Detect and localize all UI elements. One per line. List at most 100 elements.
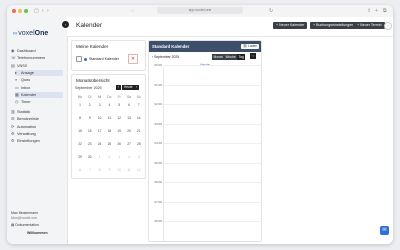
checkbox-icon[interactable] <box>76 56 82 63</box>
calendar-day[interactable]: 10 <box>95 114 105 122</box>
collapse-sidebar-button[interactable]: ‹ <box>62 21 69 28</box>
hour-gridline <box>164 162 261 164</box>
sidebar-item-inbox[interactable]: ▭ Inbox <box>15 85 63 91</box>
calendar-day[interactable]: 3 <box>114 153 124 161</box>
calendar-day[interactable]: 8 <box>75 114 85 122</box>
chevron-left-icon: ‹ <box>252 53 254 58</box>
sidebar-toggle-icon[interactable]: ▢ <box>34 7 39 15</box>
sidebar-item-label: Queu <box>21 78 31 83</box>
calendar-day[interactable]: 16 <box>85 127 95 135</box>
brand-logo[interactable]: ∞voxelOne <box>13 30 48 37</box>
calendar-day[interactable]: 14 <box>134 114 144 122</box>
documentation-link[interactable]: ▤ Dokumentation <box>11 223 39 228</box>
calendar-day[interactable]: 12 <box>114 114 124 122</box>
calendar-day[interactable]: 9 <box>85 114 95 122</box>
view-month-button[interactable]: Monat <box>212 54 225 60</box>
calendar-day[interactable]: 1 <box>75 101 85 109</box>
minimize-window-button[interactable] <box>18 9 22 13</box>
day-grid[interactable] <box>163 65 261 241</box>
hour-gridline <box>164 84 261 86</box>
tabs-overview-icon[interactable]: ⧉ <box>383 7 387 15</box>
sidebar-item-queu[interactable]: ≡ Queu <box>15 77 63 83</box>
page-title: Kalender <box>76 22 103 29</box>
close-window-button[interactable] <box>12 9 16 13</box>
calendar-day[interactable]: 7 <box>134 101 144 109</box>
calendar-day[interactable]: 27 <box>124 140 134 148</box>
calendar-day[interactable]: 26 <box>114 140 124 148</box>
prev-day-button[interactable]: ‹ <box>250 53 256 59</box>
sidebar-item-timer[interactable]: ◷ Timer <box>15 99 63 105</box>
today-button[interactable]: Heute <box>122 85 135 90</box>
calendar-day[interactable]: 30 <box>85 153 95 161</box>
hour-gridline <box>164 182 261 183</box>
top-bar: ‹ Kalender + Neuer Kalender + Buchungsei… <box>62 17 393 37</box>
sidebar-item-verwaltung[interactable]: ⚙ Verwaltung <box>11 131 63 137</box>
calendar-day[interactable]: 11 <box>104 114 114 122</box>
calendar-day[interactable]: 9 <box>104 166 114 174</box>
maximize-window-button[interactable] <box>24 9 28 13</box>
calendar-day[interactable]: 2 <box>85 101 95 109</box>
sidebar-item-statistik[interactable]: ▥ Statistik <box>11 109 63 115</box>
sidebar-item-dashboard[interactable]: ◉ Dashboard <box>11 48 63 54</box>
calendar-day[interactable]: 17 <box>95 127 105 135</box>
calendar-day[interactable]: 15 <box>75 127 85 135</box>
reload-icon[interactable]: ↻ <box>269 7 273 15</box>
calendar-day[interactable]: 23 <box>85 140 95 148</box>
sidebar-item-label: Benutzerliste <box>17 117 39 122</box>
calendar-day[interactable]: 6 <box>75 166 85 174</box>
user-menu-icon[interactable]: ◦ <box>384 22 392 30</box>
calendar-day[interactable]: 4 <box>124 153 134 161</box>
weekday-header: Fr <box>117 95 121 99</box>
calendar-day[interactable]: 6 <box>124 101 134 109</box>
url-bar[interactable]: app.voxtel.one <box>157 7 243 14</box>
sidebar-item-einstellungen[interactable]: ⚙ Einstellungen <box>11 138 63 144</box>
calendar-day[interactable]: 7 <box>85 166 95 174</box>
view-day-button[interactable]: Tag <box>237 54 246 60</box>
calendar-day[interactable]: 5 <box>134 153 144 161</box>
calendar-day[interactable]: 28 <box>134 140 144 148</box>
calendar-day[interactable]: 24 <box>95 140 105 148</box>
help-chat-button[interactable]: ✉ <box>380 226 389 235</box>
share-icon[interactable]: ⇪ <box>367 7 371 15</box>
sidebar-item-benutzerliste[interactable]: ☰ Benutzerliste <box>11 116 63 122</box>
calendar-day[interactable]: 20 <box>124 127 134 135</box>
calendar-period: ‹ September 2025 <box>152 55 180 59</box>
weekday-header: So <box>136 95 141 99</box>
calendar-day[interactable]: 12 <box>134 166 144 174</box>
delete-calendar-button[interactable]: ✕ <box>128 54 138 64</box>
new-calendar-button[interactable]: + Neuer Kalender <box>273 22 308 29</box>
calendar-day[interactable]: 25 <box>104 140 114 148</box>
calendar-link-button[interactable]: ⛓ Laden <box>241 44 260 49</box>
calendar-day[interactable]: 3 <box>95 101 105 109</box>
weekday-header: Sa <box>127 95 131 99</box>
calendar-toggle-standard[interactable]: Standard Kalender <box>76 55 132 64</box>
sidebar-item-vnsx[interactable]: ▤ VNSX <box>11 63 63 69</box>
calendar-day[interactable]: 10 <box>114 166 124 174</box>
prev-month-button[interactable]: ‹ <box>116 85 121 90</box>
booking-settings-button[interactable]: + Buchungseinstellungen <box>310 22 357 29</box>
calendar-day[interactable]: 21 <box>134 127 144 135</box>
calendar-day[interactable]: 19 <box>114 127 124 135</box>
month-label: September 2025 <box>75 86 102 90</box>
calendar-day[interactable]: 5 <box>114 101 124 109</box>
calendar-day[interactable]: 22 <box>75 140 85 148</box>
next-month-button[interactable]: › <box>134 85 139 90</box>
calendar-day[interactable]: 4 <box>104 101 114 109</box>
calendar-day[interactable]: 13 <box>124 114 134 122</box>
calendar-day[interactable]: 29 <box>75 153 85 161</box>
calendar-day[interactable]: 1 <box>95 153 105 161</box>
sidebar-item-label: VNSX <box>17 63 28 68</box>
back-arrow-icon[interactable]: ‹ <box>42 7 44 15</box>
new-tab-icon[interactable]: + <box>375 7 378 15</box>
sidebar-item-kalender[interactable]: ▦ Kalender <box>15 91 63 98</box>
forward-arrow-icon[interactable]: › <box>47 7 49 15</box>
calendar-day[interactable]: 11 <box>124 166 134 174</box>
sidebar-item-ansage[interactable]: ▸ Ansage <box>15 69 63 76</box>
sidebar-item-automation[interactable]: ⟳ Automation <box>11 124 63 130</box>
calendar-day[interactable]: 18 <box>104 127 114 135</box>
calendar-day[interactable]: 2 <box>104 153 114 161</box>
new-appointment-button[interactable]: + Neuer Termin <box>354 22 385 29</box>
calendar-day[interactable]: 8 <box>95 166 105 174</box>
view-week-button[interactable]: Woche <box>224 54 238 60</box>
sidebar-item-telefonnummern[interactable]: ☏Telefonnummern <box>11 55 63 61</box>
